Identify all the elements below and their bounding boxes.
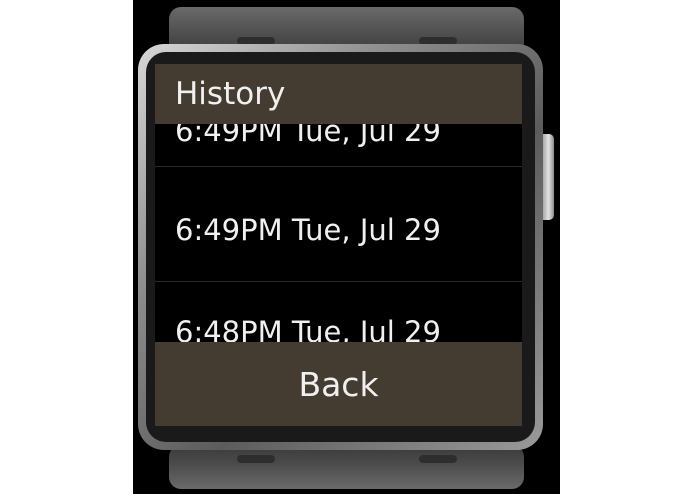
watch-screen: 6:49PM Tue, Jul 29 6:49PM Tue, Jul 29 6:…: [155, 64, 522, 426]
history-list-item[interactable]: 6:49PM Tue, Jul 29: [155, 179, 522, 282]
page-title: History: [175, 76, 286, 112]
history-item-time: 6:49PM Tue, Jul 29: [175, 213, 441, 247]
band-hole: [237, 455, 275, 463]
watch-band-bottom: [169, 445, 524, 489]
back-button[interactable]: Back: [155, 342, 522, 426]
screen-header: History: [155, 64, 522, 124]
device-frame: 6:49PM Tue, Jul 29 6:49PM Tue, Jul 29 6:…: [133, 0, 560, 494]
watch-crown-button[interactable]: [543, 134, 554, 220]
band-hole: [419, 455, 457, 463]
